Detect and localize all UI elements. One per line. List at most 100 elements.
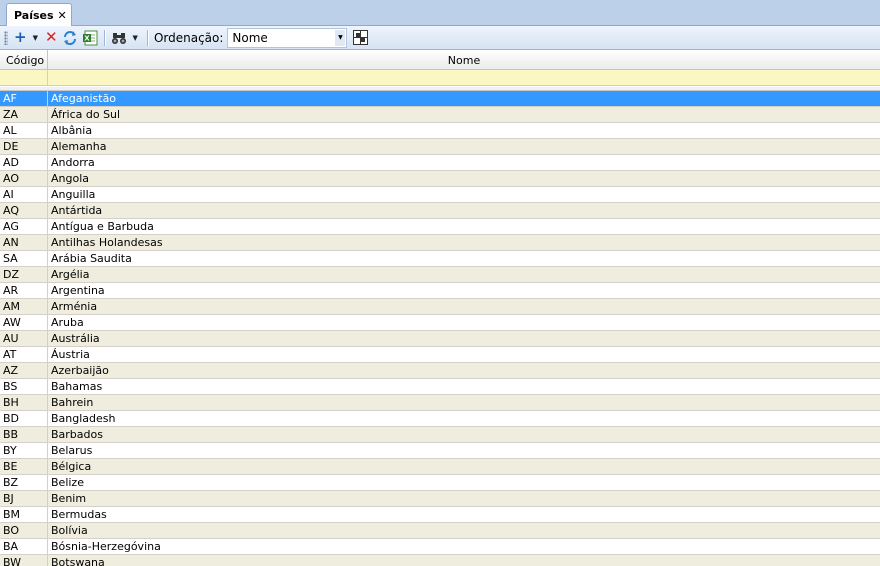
cell-name[interactable]: Botswana xyxy=(48,555,880,566)
cell-code[interactable]: BA xyxy=(0,539,48,554)
table-row[interactable]: DZ Argélia xyxy=(0,267,880,283)
cell-name[interactable]: Bermudas xyxy=(48,507,880,522)
table-row[interactable]: BE Bélgica xyxy=(0,459,880,475)
cell-code[interactable]: BW xyxy=(0,555,48,566)
cell-code[interactable]: AI xyxy=(0,187,48,202)
table-row[interactable]: AO Angola xyxy=(0,171,880,187)
cell-name[interactable]: Bolívia xyxy=(48,523,880,538)
column-header-code[interactable]: Código xyxy=(0,50,48,70)
cell-code[interactable]: DE xyxy=(0,139,48,154)
cell-name[interactable]: Andorra xyxy=(48,155,880,170)
table-row[interactable]: BB Barbados xyxy=(0,427,880,443)
cell-name[interactable]: Angola xyxy=(48,171,880,186)
table-row[interactable]: DE Alemanha xyxy=(0,139,880,155)
table-row[interactable]: AL Albânia xyxy=(0,123,880,139)
table-row[interactable]: AU Austrália xyxy=(0,331,880,347)
cell-name[interactable]: Arménia xyxy=(48,299,880,314)
cell-name[interactable]: Aruba xyxy=(48,315,880,330)
cell-code[interactable]: AW xyxy=(0,315,48,330)
table-row[interactable]: AT Áustria xyxy=(0,347,880,363)
cell-name[interactable]: Áustria xyxy=(48,347,880,362)
cell-code[interactable]: AZ xyxy=(0,363,48,378)
table-row[interactable]: BA Bósnia-Herzegóvina xyxy=(0,539,880,555)
table-row[interactable]: BD Bangladesh xyxy=(0,411,880,427)
table-row[interactable]: AF Afeganistão xyxy=(0,91,880,107)
table-row[interactable]: BJ Benim xyxy=(0,491,880,507)
table-row[interactable]: AZ Azerbaijão xyxy=(0,363,880,379)
cell-name[interactable]: Afeganistão xyxy=(48,91,880,106)
table-row[interactable]: BZ Belize xyxy=(0,475,880,491)
cell-code[interactable]: AO xyxy=(0,171,48,186)
cell-code[interactable]: AL xyxy=(0,123,48,138)
cell-code[interactable]: BD xyxy=(0,411,48,426)
add-button[interactable]: + xyxy=(12,28,29,48)
cell-name[interactable]: Antígua e Barbuda xyxy=(48,219,880,234)
table-row[interactable]: SA Arábia Saudita xyxy=(0,251,880,267)
delete-button[interactable]: ✕ xyxy=(43,28,60,48)
cell-name[interactable]: Antártida xyxy=(48,203,880,218)
cell-name[interactable]: Alemanha xyxy=(48,139,880,154)
cell-code[interactable]: AQ xyxy=(0,203,48,218)
table-row[interactable]: AQ Antártida xyxy=(0,203,880,219)
table-row[interactable]: ZA África do Sul xyxy=(0,107,880,123)
chevron-down-icon[interactable]: ▼ xyxy=(335,29,346,46)
cell-name[interactable]: Albânia xyxy=(48,123,880,138)
layout-button[interactable] xyxy=(351,28,370,48)
tab-paises[interactable]: Países ✕ xyxy=(6,3,72,26)
cell-name[interactable]: Benim xyxy=(48,491,880,506)
cell-code[interactable]: BS xyxy=(0,379,48,394)
cell-code[interactable]: BZ xyxy=(0,475,48,490)
cell-code[interactable]: BO xyxy=(0,523,48,538)
cell-name[interactable]: Argélia xyxy=(48,267,880,282)
cell-code[interactable]: BE xyxy=(0,459,48,474)
table-row[interactable]: AD Andorra xyxy=(0,155,880,171)
cell-code[interactable]: AD xyxy=(0,155,48,170)
cell-name[interactable]: Bósnia-Herzegóvina xyxy=(48,539,880,554)
table-row[interactable]: AR Argentina xyxy=(0,283,880,299)
cell-name[interactable]: Belize xyxy=(48,475,880,490)
cell-name[interactable]: África do Sul xyxy=(48,107,880,122)
cell-code[interactable]: SA xyxy=(0,251,48,266)
filter-cell-name[interactable] xyxy=(48,70,880,86)
cell-code[interactable]: AG xyxy=(0,219,48,234)
find-dropdown-button[interactable]: ▼ xyxy=(129,28,143,48)
cell-code[interactable]: BH xyxy=(0,395,48,410)
export-excel-button[interactable]: X xyxy=(80,28,100,48)
column-header-name[interactable]: Nome xyxy=(48,50,880,70)
table-row[interactable]: AM Arménia xyxy=(0,299,880,315)
cell-code[interactable]: BY xyxy=(0,443,48,458)
table-row[interactable]: BW Botswana xyxy=(0,555,880,566)
cell-name[interactable]: Bélgica xyxy=(48,459,880,474)
cell-name[interactable]: Argentina xyxy=(48,283,880,298)
cell-code[interactable]: AF xyxy=(0,91,48,106)
table-row[interactable]: AG Antígua e Barbuda xyxy=(0,219,880,235)
cell-code[interactable]: AN xyxy=(0,235,48,250)
cell-code[interactable]: ZA xyxy=(0,107,48,122)
filter-cell-code[interactable] xyxy=(0,70,48,86)
table-row[interactable]: AI Anguilla xyxy=(0,187,880,203)
sort-select[interactable]: Nome ▼ xyxy=(227,27,348,48)
cell-code[interactable]: BB xyxy=(0,427,48,442)
table-row[interactable]: BH Bahrein xyxy=(0,395,880,411)
table-row[interactable]: AW Aruba xyxy=(0,315,880,331)
cell-code[interactable]: BM xyxy=(0,507,48,522)
close-icon[interactable]: ✕ xyxy=(58,10,67,21)
cell-name[interactable]: Barbados xyxy=(48,427,880,442)
table-row[interactable]: BO Bolívia xyxy=(0,523,880,539)
cell-name[interactable]: Azerbaijão xyxy=(48,363,880,378)
cell-name[interactable]: Belarus xyxy=(48,443,880,458)
cell-code[interactable]: AM xyxy=(0,299,48,314)
table-row[interactable]: BS Bahamas xyxy=(0,379,880,395)
cell-code[interactable]: DZ xyxy=(0,267,48,282)
cell-name[interactable]: Bahrein xyxy=(48,395,880,410)
refresh-button[interactable] xyxy=(60,28,80,48)
cell-code[interactable]: AT xyxy=(0,347,48,362)
cell-name[interactable]: Antilhas Holandesas xyxy=(48,235,880,250)
cell-name[interactable]: Bahamas xyxy=(48,379,880,394)
cell-code[interactable]: AR xyxy=(0,283,48,298)
cell-code[interactable]: AU xyxy=(0,331,48,346)
find-button[interactable] xyxy=(109,28,129,48)
table-row[interactable]: BM Bermudas xyxy=(0,507,880,523)
table-row[interactable]: BY Belarus xyxy=(0,443,880,459)
table-row[interactable]: AN Antilhas Holandesas xyxy=(0,235,880,251)
